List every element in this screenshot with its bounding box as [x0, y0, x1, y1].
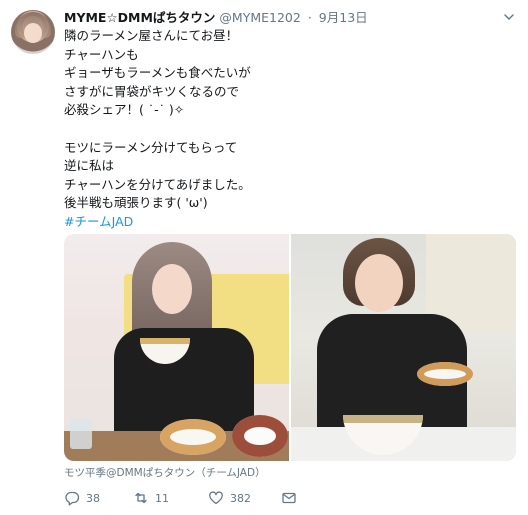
tweet-date[interactable]: 9月13日 [319, 10, 368, 25]
chevron-down-icon[interactable] [502, 10, 516, 24]
tweet-text-line: 逆に私は [64, 158, 115, 174]
hashtag-link[interactable]: #チームJAD [64, 213, 504, 232]
reply-count: 38 [86, 491, 100, 505]
photo-man-with-fried-rice[interactable] [291, 234, 516, 461]
tweet-text-line: 必殺シェア！( ˙-˙ )✧ [64, 102, 185, 118]
tweet-text-line: 隣のラーメン屋さんにてお昼！ [64, 28, 239, 43]
photo-person-face [355, 254, 403, 312]
soup-bowl [232, 415, 288, 457]
retweet-count: 11 [155, 491, 169, 505]
avatar[interactable] [11, 10, 55, 54]
tweet-text-line: ギョーザもラーメンも食べたいが [64, 65, 251, 81]
like-count: 382 [230, 491, 251, 505]
tweet: MYME☆DMMぱちタウン @MYME1202 · 9月13日 隣のラーメン屋さ… [0, 0, 528, 515]
like-button[interactable]: 382 [208, 488, 251, 508]
water-glass [70, 419, 92, 449]
reply-button[interactable]: 38 [64, 488, 100, 508]
heart-icon [208, 490, 224, 506]
retweet-icon [133, 490, 149, 506]
avatar-face [24, 23, 42, 43]
tweet-text-line: チャーハンも [64, 46, 139, 62]
reply-icon [64, 490, 80, 506]
header-separator: · [307, 10, 312, 25]
media-tag-caption[interactable]: モツ平季@DMMぱちタウン（チームJAD） [64, 466, 266, 480]
photo-person-face [152, 264, 192, 314]
direct-message-button[interactable] [281, 488, 297, 508]
photo-woman-with-ramen[interactable] [64, 234, 289, 461]
tweet-text-line: 後半戦も頑張ります( 'ω') [64, 195, 208, 211]
media-grid [64, 234, 516, 461]
author-handle[interactable]: @MYME1202 [219, 10, 300, 25]
tweet-header: MYME☆DMMぱちタウン @MYME1202 · 9月13日 [64, 9, 368, 27]
tweet-text-line: チャーハンを分けてあげました。 [64, 176, 251, 192]
envelope-icon [281, 490, 297, 506]
retweet-button[interactable]: 11 [133, 488, 169, 508]
fried-rice-plate [160, 419, 226, 455]
fried-rice-plate [417, 362, 473, 386]
author-name[interactable]: MYME☆DMMぱちタウン [64, 10, 215, 25]
tweet-text-line: モツにラーメン分けてもらって [64, 139, 238, 155]
tweet-text-line: さすがに胃袋がキツくなるので [64, 83, 240, 99]
tweet-actions: 38 11 382 [64, 488, 504, 508]
tweet-text: 隣のラーメン屋さんにてお昼！ チャーハンも ギョーザもラーメンも食べたいが さす… [64, 27, 504, 232]
